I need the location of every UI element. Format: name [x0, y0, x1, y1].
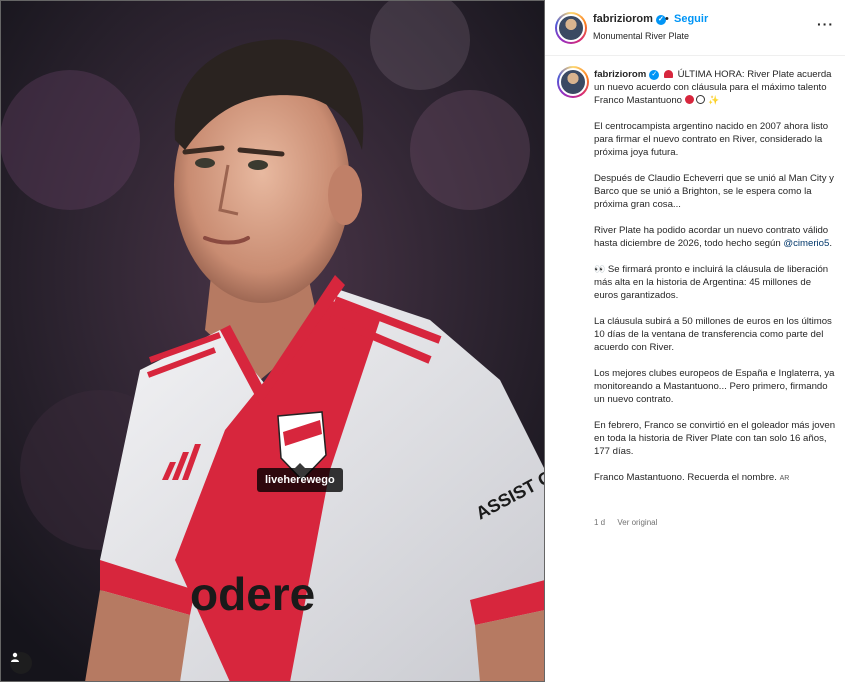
post-header: fabriziorom ✓ • Seguir Monumental River P… — [545, 0, 845, 56]
caption-avatar[interactable] — [557, 66, 589, 98]
post-side-panel: fabriziorom ✓ • Seguir Monumental River P… — [545, 0, 845, 682]
mention-link[interactable]: @cimerio5 — [783, 238, 829, 249]
user-tag-chip[interactable]: liveherewego — [257, 463, 343, 492]
verified-badge-icon: ✓ — [649, 70, 660, 80]
location-link[interactable]: Monumental River Plate — [593, 31, 689, 41]
header-username-link[interactable]: fabriziorom ✓ — [593, 13, 666, 25]
header-username[interactable]: fabriziorom — [593, 13, 653, 25]
caption-paragraph-6: La cláusula subirá a 50 millones de euro… — [594, 316, 832, 353]
post-caption: fabriziorom ✓ ÚLTIMA HORA: River Plate ac… — [594, 68, 837, 498]
see-original-button[interactable]: Ver original — [617, 518, 657, 527]
player-photo: odere ASSIST CAR — [0, 0, 545, 682]
post-time[interactable]: 1 d — [594, 518, 605, 527]
more-options-icon[interactable]: ··· — [817, 16, 834, 32]
post-media[interactable]: odere ASSIST CAR liveherewego — [0, 0, 545, 682]
caption-paragraph-4-end: . — [829, 238, 833, 249]
caption-paragraph-5: Se firmará pronto e incluirá la cláusula… — [594, 264, 829, 301]
sponsor-text: odere — [190, 568, 315, 620]
caption-paragraph-8: En febrero, Franco se convirtió en el go… — [594, 420, 836, 457]
sparkle-icon: ✨ — [708, 95, 720, 105]
follow-button[interactable]: Seguir — [674, 13, 708, 25]
caption-username[interactable]: fabriziorom — [594, 69, 646, 80]
white-circle-icon — [696, 95, 706, 104]
caption-paragraph-7: Los mejores clubes europeos de España e … — [594, 368, 835, 405]
avatar[interactable] — [555, 12, 587, 44]
caption-paragraph-2: El centrocampista argentino nacido en 20… — [594, 121, 829, 158]
caption-paragraph-3: Después de Claudio Echeverri que se unió… — [594, 173, 834, 210]
caption-paragraph-9: Franco Mastantuono. Recuerda el nombre. — [594, 472, 777, 483]
separator-dot: • — [665, 13, 669, 25]
siren-icon — [663, 70, 673, 78]
red-circle-icon — [684, 95, 694, 104]
caption-area: fabriziorom ✓ ÚLTIMA HORA: River Plate ac… — [545, 56, 845, 682]
person-tag-icon[interactable] — [10, 652, 32, 674]
argentina-flag-icon: AR — [779, 475, 790, 482]
eyes-icon: 👀 — [594, 264, 606, 274]
caption-meta: 1 d Ver original — [594, 518, 667, 527]
